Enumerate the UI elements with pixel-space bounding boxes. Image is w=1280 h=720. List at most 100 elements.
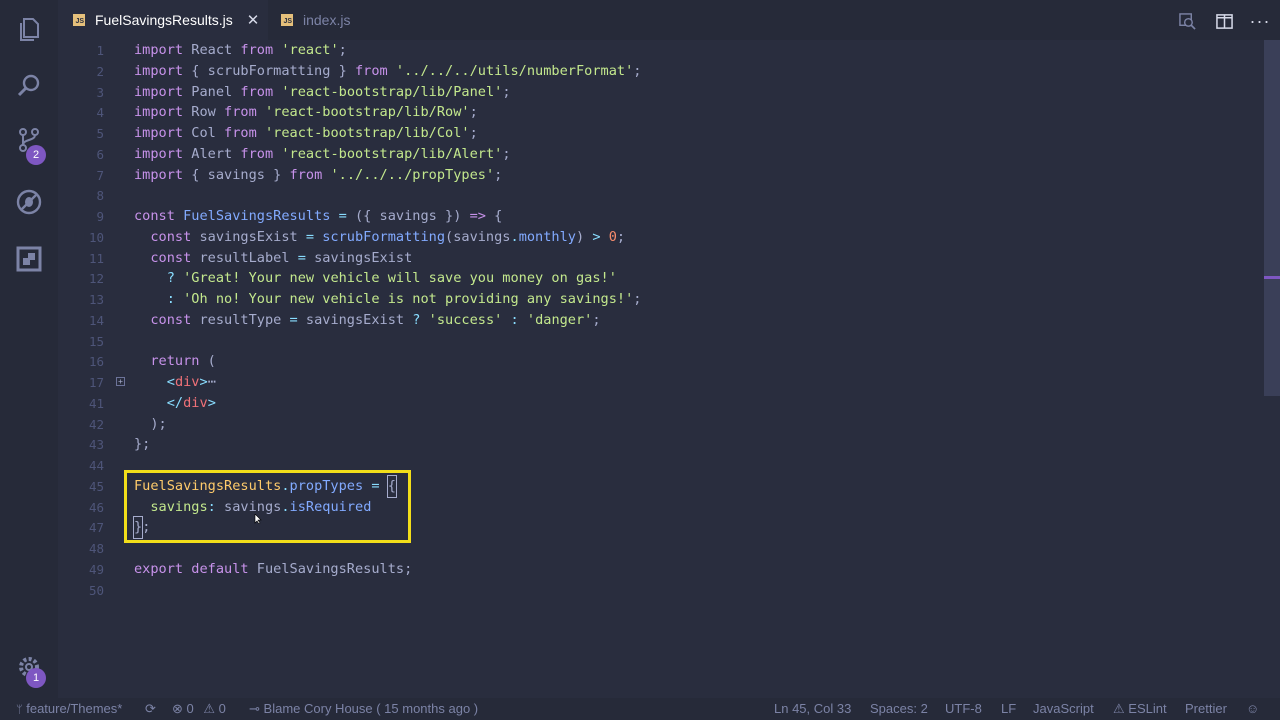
code-line[interactable]: 50 — [58, 580, 1248, 601]
explorer-icon[interactable] — [14, 14, 44, 44]
code-token: = — [289, 311, 298, 328]
code-token: 0 — [608, 228, 617, 245]
code-token: ) — [575, 228, 593, 245]
code-token: savingsExist — [191, 228, 306, 245]
git-branch-icon: ᛘ — [16, 704, 23, 716]
line-number: 50 — [88, 582, 104, 598]
fold-expand-icon[interactable]: + — [116, 377, 125, 386]
code-line[interactable]: 45 FuelSavingsResults.propTypes = { — [58, 474, 1248, 498]
code-line[interactable]: 44 — [58, 455, 1248, 476]
line-number: 46 — [88, 499, 104, 515]
code-text: </div> — [134, 393, 216, 414]
scrollbar-marker — [1264, 276, 1280, 279]
branch-indicator[interactable]: ᛘ feature/Themes* — [16, 698, 122, 720]
code-text: export default FuelSavingsResults; — [134, 559, 412, 580]
code-line[interactable]: 17 + <div>⋯ — [58, 372, 1248, 393]
scrollbar-thumb[interactable] — [1264, 40, 1280, 396]
end-of-line[interactable]: LF — [1001, 698, 1016, 720]
code-line[interactable]: 43}; — [58, 434, 1248, 455]
problems-indicator[interactable]: ⊗ 0 ⚠ 0 — [172, 698, 226, 720]
debug-icon[interactable] — [14, 187, 44, 217]
code-line[interactable]: 16 return ( — [58, 351, 1248, 372]
code-line[interactable]: 5 import Col from 'react-bootstrap/lib/Co… — [58, 123, 1248, 144]
code-line[interactable]: 9 const FuelSavingsResults = ({ savings }… — [58, 206, 1248, 227]
code-text: return ( — [134, 351, 216, 372]
code-line[interactable]: 2 import { scrubFormatting } from '../../… — [58, 61, 1248, 82]
code-token: { scrubFormatting } — [183, 62, 355, 79]
code-line[interactable]: 13 : 'Oh no! Your new vehicle is not pro… — [58, 289, 1248, 310]
code-line[interactable]: 10 const savingsExist = scrubFormatting(… — [58, 227, 1248, 248]
code-token: return — [150, 353, 200, 370]
line-number: 12 — [88, 271, 104, 287]
split-editor-icon[interactable] — [1213, 10, 1235, 32]
language-mode[interactable]: JavaScript — [1033, 698, 1094, 720]
extensions-icon[interactable] — [14, 244, 44, 274]
code-token: const — [150, 228, 192, 245]
code-line[interactable]: 47}; — [58, 516, 1248, 540]
blame-indicator[interactable]: ⊸ Blame Cory House ( 15 months ago ) — [249, 698, 478, 720]
code-token: savings — [150, 498, 208, 515]
code-token: const — [150, 311, 192, 328]
code-line[interactable]: 1 import React from 'react'; — [58, 40, 1248, 61]
code-line[interactable]: 41 </div> — [58, 393, 1248, 414]
code-line[interactable]: 8 — [58, 185, 1248, 206]
code-line[interactable]: 48 — [58, 538, 1248, 559]
code-line[interactable]: 49 export default FuelSavingsResults; — [58, 559, 1248, 580]
code-token: import — [134, 62, 184, 79]
code-token: import — [134, 145, 184, 162]
code-line[interactable]: 14 const resultType = savingsExist ? 'su… — [58, 310, 1248, 331]
code-token: Col — [183, 125, 225, 141]
more-actions-icon[interactable]: ··· — [1249, 10, 1271, 32]
code-token: 'react-bootstrap/lib/Row' — [264, 104, 470, 121]
code-token: > — [592, 228, 601, 245]
code-token: default — [191, 560, 249, 577]
code-token: from — [289, 166, 323, 183]
code-token: propTypes — [289, 477, 364, 494]
code-token: ; — [633, 62, 642, 79]
indentation[interactable]: Spaces: 2 — [870, 698, 928, 720]
prettier-status[interactable]: Prettier — [1185, 698, 1227, 720]
code-token: React — [183, 42, 241, 58]
search-icon[interactable] — [14, 71, 44, 101]
code-line[interactable]: 4 import Row from 'react-bootstrap/lib/Ro… — [58, 102, 1248, 123]
encoding[interactable]: UTF-8 — [945, 698, 982, 720]
code-token: div — [174, 374, 200, 390]
line-number: 7 — [96, 167, 104, 183]
code-line[interactable]: 11 const resultLabel = savingsExist — [58, 248, 1248, 269]
eslint-status[interactable]: ⚠ ESLint — [1113, 698, 1167, 720]
sync-icon[interactable]: ⟳ — [145, 698, 156, 720]
code-token: Alert — [183, 145, 241, 162]
code-line[interactable]: 7 import { savings } from '../../../propT… — [58, 165, 1248, 186]
code-line[interactable]: 15 — [58, 331, 1248, 352]
code-line[interactable]: 6 import Alert from 'react-bootstrap/lib/… — [58, 144, 1248, 165]
open-changes-icon[interactable] — [1176, 10, 1198, 32]
code-line[interactable]: 46 savings: savings.isRequired — [58, 497, 1248, 518]
code-token: savings — [215, 498, 282, 515]
code-line[interactable]: 12 ? 'Great! Your new vehicle will save … — [58, 268, 1248, 289]
code-line[interactable]: 3 import Panel from 'react-bootstrap/lib/… — [58, 82, 1248, 103]
code-token: > — [207, 394, 216, 411]
tab-index-js[interactable]: JS index.js — [268, 0, 398, 40]
code-text: ); — [134, 414, 166, 435]
line-number: 42 — [88, 416, 104, 432]
cursor-position[interactable]: Ln 45, Col 33 — [774, 698, 851, 720]
code-token: import — [134, 83, 184, 100]
code-text: import Col from 'react-bootstrap/lib/Col… — [134, 123, 478, 144]
code-text: }; — [134, 434, 150, 455]
code-editor[interactable]: 1 import React from 'react'; 2 import { scr… — [58, 40, 1280, 698]
code-token: '../../../propTypes' — [330, 166, 495, 183]
close-icon[interactable]: ✕ — [247, 11, 260, 29]
error-icon: ⊗ — [172, 701, 183, 716]
feedback-icon[interactable]: ☺ — [1246, 698, 1259, 720]
code-line[interactable]: 42 ); — [58, 414, 1248, 435]
code-token: ( — [199, 353, 216, 370]
tab-fuel-savings-results[interactable]: JS FuelSavingsResults.js ✕ — [58, 0, 268, 40]
line-number: 49 — [88, 561, 104, 577]
